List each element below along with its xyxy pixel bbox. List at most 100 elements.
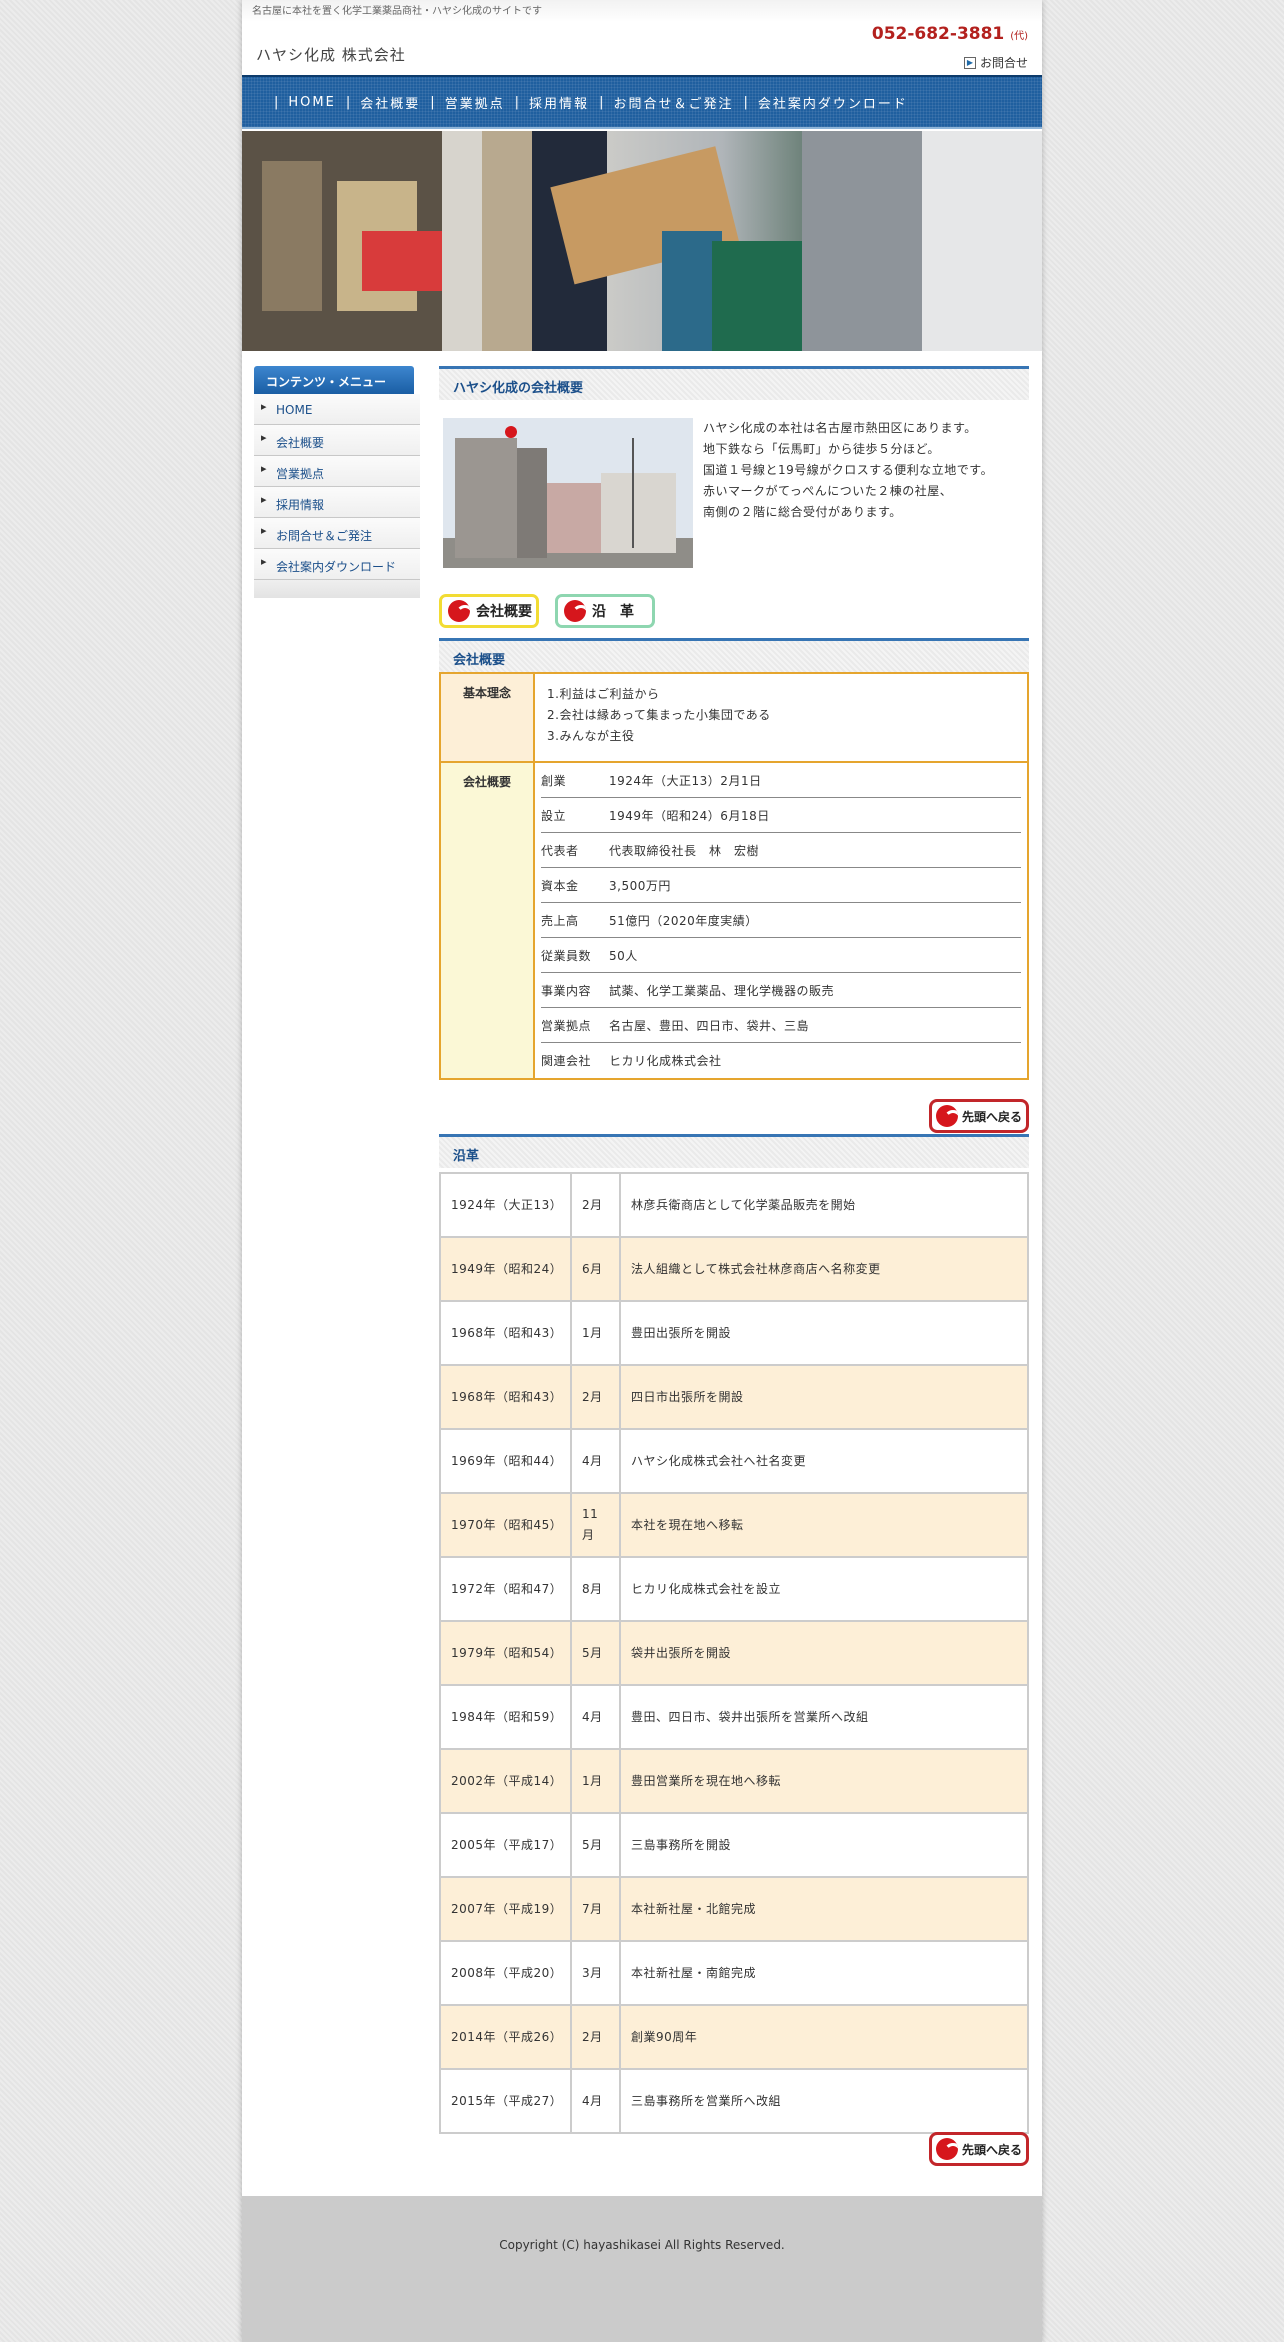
sidebar-item-home[interactable]: HOME: [254, 394, 420, 425]
history-row: 1949年（昭和24） 6月 法人組織として株式会社林彦商店へ名称変更: [439, 1236, 1029, 1302]
company-logo-icon: [936, 1105, 958, 1127]
history-row: 2005年（平成17） 5月 三島事務所を開設: [439, 1812, 1029, 1878]
history-row: 1924年（大正13） 2月 林彦兵衛商店として化学薬品販売を開始: [439, 1172, 1029, 1238]
philosophy-label: 基本理念: [439, 672, 535, 763]
history-event: 法人組織として株式会社林彦商店へ名称変更: [619, 1236, 1029, 1302]
contact-label: お問合せ: [979, 56, 1028, 70]
nav-separator: |: [743, 94, 748, 110]
back-to-top-label: 先頭へ戻る: [962, 1109, 1023, 1124]
history-month: 2月: [570, 1364, 621, 1430]
overview-key: 設立: [541, 808, 567, 823]
overview-value: 3,500万円: [609, 878, 671, 893]
history-year: 2015年（平成27）: [439, 2068, 572, 2134]
history-year: 1949年（昭和24）: [439, 1236, 572, 1302]
headquarters-photo: [443, 418, 693, 568]
history-year: 1968年（昭和43）: [439, 1364, 572, 1430]
history-row: 2002年（平成14） 1月 豊田営業所を現在地へ移転: [439, 1748, 1029, 1814]
back-to-top-button[interactable]: 先頭へ戻る: [929, 1099, 1029, 1133]
overview-value: 51億円（2020年度実績）: [609, 913, 758, 928]
nav-separator: |: [274, 94, 279, 110]
nav-separator: |: [345, 94, 351, 110]
nav-contact[interactable]: お問合せ＆ご発注: [613, 93, 733, 112]
intro-text: ハヤシ化成の本社は名古屋市熱田区にあります。 地下鉄なら「伝馬町」から徒歩５分ほ…: [703, 418, 993, 523]
history-event: 豊田、四日市、袋井出張所を営業所へ改組: [619, 1684, 1029, 1750]
history-month: 1月: [570, 1748, 621, 1814]
overview-key: 資本金: [541, 878, 579, 893]
site-title[interactable]: ハヤシ化成 株式会社: [256, 44, 406, 65]
overview-item: 資本金 3,500万円: [541, 868, 1021, 903]
history-month: 5月: [570, 1812, 621, 1878]
nav-home[interactable]: HOME: [288, 95, 335, 110]
history-event: 四日市出張所を開設: [619, 1364, 1029, 1430]
phone-number: 052-682-3881 (代): [872, 24, 1028, 44]
nav-download[interactable]: 会社案内ダウンロード: [758, 93, 908, 112]
history-month: 2月: [570, 1172, 621, 1238]
history-month: 7月: [570, 1876, 621, 1942]
nav-company[interactable]: 会社概要: [360, 93, 420, 112]
hero-image: [242, 131, 1042, 351]
overview-label: 会社概要: [439, 761, 535, 1080]
overview-value: 1924年（大正13）2月1日: [609, 773, 762, 788]
history-month: 11月: [570, 1492, 621, 1558]
history-event: ハヤシ化成株式会社へ社名変更: [619, 1428, 1029, 1494]
overview-item: 代表者 代表取締役社長 林 宏樹: [541, 833, 1021, 868]
history-row: 1968年（昭和43） 1月 豊田出張所を開設: [439, 1300, 1029, 1366]
company-heading: 会社概要: [439, 638, 1029, 672]
nav-separator: |: [514, 94, 520, 110]
intro-line: 国道１号線と19号線がクロスする便利な立地です。: [703, 463, 994, 477]
history-tab-button[interactable]: 沿 革: [555, 594, 655, 628]
history-year: 2005年（平成17）: [439, 1812, 572, 1878]
overview-key: 売上高: [541, 913, 579, 928]
history-event: 豊田営業所を現在地へ移転: [619, 1748, 1029, 1814]
history-row: 2007年（平成19） 7月 本社新社屋・北館完成: [439, 1876, 1029, 1942]
company-section: 会社概要 基本理念 1.利益はご利益から 2.会社は縁あって集まった小集団である…: [439, 638, 1029, 1080]
intro-section: ハヤシ化成の会社概要 ハヤシ化成の本社は名古屋市熱田区にあります。 地下鉄なら「…: [439, 366, 1029, 568]
nav-offices[interactable]: 営業拠点: [445, 93, 505, 112]
intro-line: 赤いマークがてっぺんについた２棟の社屋、: [703, 484, 953, 498]
history-month: 4月: [570, 1684, 621, 1750]
sidebar-item-contact[interactable]: お問合せ＆ご発注: [254, 518, 420, 549]
section-tabs: 会社概要 沿 革: [439, 594, 655, 628]
nav-recruit[interactable]: 採用情報: [529, 93, 589, 112]
history-row: 1968年（昭和43） 2月 四日市出張所を開設: [439, 1364, 1029, 1430]
history-year: 1970年（昭和45）: [439, 1492, 572, 1558]
sidebar-item-download[interactable]: 会社案内ダウンロード: [254, 549, 420, 580]
overview-key: 創業: [541, 773, 567, 788]
history-year: 1979年（昭和54）: [439, 1620, 572, 1686]
sidebar-heading: コンテンツ・メニュー: [254, 366, 414, 394]
sidebar-item-recruit[interactable]: 採用情報: [254, 487, 420, 518]
company-tab-label: 会社概要: [476, 604, 532, 620]
history-row: 1969年（昭和44） 4月 ハヤシ化成株式会社へ社名変更: [439, 1428, 1029, 1494]
contact-link[interactable]: ▶ お問合せ: [963, 54, 1028, 71]
sidebar-item-company[interactable]: 会社概要: [254, 425, 420, 456]
sidebar-item-offices[interactable]: 営業拠点: [254, 456, 420, 487]
history-year: 2007年（平成19）: [439, 1876, 572, 1942]
history-event: 豊田出張所を開設: [619, 1300, 1029, 1366]
company-tab-button[interactable]: 会社概要: [439, 594, 539, 628]
overview-key: 事業内容: [541, 983, 592, 998]
history-event: 本社新社屋・南館完成: [619, 1940, 1029, 2006]
history-event: 創業90周年: [619, 2004, 1029, 2070]
sidebar-footer: [254, 580, 420, 598]
history-month: 5月: [570, 1620, 621, 1686]
philosophy-item: 2.会社は縁あって集まった小集団である: [547, 708, 771, 722]
history-event: 三島事務所を開設: [619, 1812, 1029, 1878]
global-nav: | HOME | 会社概要 | 営業拠点 | 採用情報 | お問合せ＆ご発注 |…: [242, 75, 1042, 129]
history-event: 三島事務所を営業所へ改組: [619, 2068, 1029, 2134]
history-month: 2月: [570, 2004, 621, 2070]
history-year: 2002年（平成14）: [439, 1748, 572, 1814]
philosophy-row: 基本理念 1.利益はご利益から 2.会社は縁あって集まった小集団である 3.みん…: [439, 672, 1029, 763]
history-event: 袋井出張所を開設: [619, 1620, 1029, 1686]
phone-value: 052-682-3881: [871, 24, 1005, 44]
intro-line: ハヤシ化成の本社は名古屋市熱田区にあります。: [703, 421, 977, 435]
history-tab-label: 沿 革: [592, 604, 634, 620]
history-section: 沿革 1924年（大正13） 2月 林彦兵衛商店として化学薬品販売を開始 1949年（…: [439, 1134, 1029, 2134]
history-row: 1984年（昭和59） 4月 豊田、四日市、袋井出張所を営業所へ改組: [439, 1684, 1029, 1750]
philosophy-item: 3.みんなが主役: [547, 729, 635, 743]
page: 名古屋に本社を置く化学工業薬品商社・ハヤシ化成のサイトです ハヤシ化成 株式会社…: [242, 0, 1042, 2342]
philosophy-cell: 1.利益はご利益から 2.会社は縁あって集まった小集団である 3.みんなが主役: [533, 672, 1029, 763]
footer: Copyright (C) hayashikasei All Rights Re…: [242, 2196, 1042, 2342]
history-row: 1970年（昭和45） 11月 本社を現在地へ移転: [439, 1492, 1029, 1558]
back-to-top-button[interactable]: 先頭へ戻る: [929, 2132, 1029, 2166]
nav-separator: |: [430, 94, 435, 110]
